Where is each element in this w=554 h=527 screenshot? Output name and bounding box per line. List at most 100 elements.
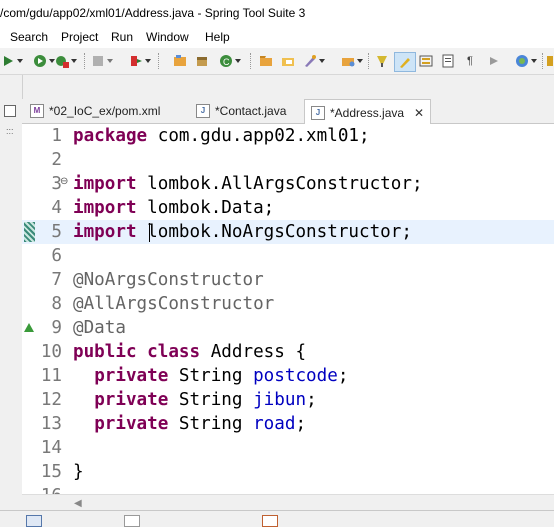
code-line[interactable]: 12 private String jibun; (22, 388, 554, 412)
chevron-down-icon[interactable] (106, 53, 114, 69)
menu-help[interactable]: Help (205, 26, 230, 48)
chevron-down-icon[interactable] (318, 53, 326, 69)
code-text: package com.gdu.app02.xml01; (73, 126, 370, 146)
java-file-icon: J (196, 104, 210, 118)
tab-pom-xml[interactable]: M *02_IoC_ex/pom.xml (30, 99, 160, 123)
code-text: import lombok.Data; (73, 198, 275, 218)
code-line[interactable]: 15} (22, 460, 554, 484)
run-icon[interactable] (32, 53, 48, 69)
toggle-highlight-icon[interactable] (394, 52, 416, 72)
line-number: 16 (22, 484, 62, 494)
code-line[interactable]: 10 public class Address { (22, 340, 554, 364)
search-icon[interactable] (302, 53, 318, 69)
line-number: 3 (51, 174, 62, 194)
code-line[interactable]: 8 @AllArgsConstructor (22, 292, 554, 316)
code-editor[interactable]: 1 package com.gdu.app02.xml01; 2 ⊖ 3 import l… (22, 124, 554, 494)
svg-text:C: C (223, 57, 230, 67)
code-line[interactable]: ⊖ 3 import lombok.AllArgsConstructor; (22, 172, 554, 196)
menu-project[interactable]: Project (61, 26, 98, 48)
pilcrow-icon[interactable]: ¶ (462, 53, 478, 69)
window-title: /com/gdu/app02/xml01/Address.java - Spri… (0, 6, 306, 20)
line-number: 5 (51, 222, 62, 242)
code-line[interactable]: 11 private String postcode; (22, 364, 554, 388)
chevron-down-icon[interactable] (530, 53, 538, 69)
toggle-mark-occurrences-icon[interactable] (374, 53, 390, 69)
code-line[interactable]: 4 import lombok.Data; (22, 196, 554, 220)
coverage-icon[interactable] (54, 53, 70, 69)
line-number: 4 (51, 198, 62, 218)
tab-label: *Contact.java (215, 104, 287, 118)
chevron-down-icon[interactable] (16, 53, 24, 69)
code-text: private String road; (94, 414, 307, 434)
code-text: } (73, 462, 84, 482)
new-class-icon[interactable]: C (218, 53, 234, 69)
tab-label: *02_IoC_ex/pom.xml (49, 104, 161, 118)
line-number: 1 (51, 126, 62, 146)
menu-run[interactable]: Run (111, 26, 133, 48)
open-type-icon[interactable] (258, 53, 274, 69)
stop-icon[interactable] (90, 53, 106, 69)
line-number: 11 (40, 366, 62, 386)
code-text: private String jibun; (94, 390, 317, 410)
text-cursor (149, 223, 150, 242)
spring-icon[interactable] (546, 53, 554, 69)
next-annotation-icon[interactable] (486, 53, 502, 69)
code-line[interactable]: 2 (22, 148, 554, 172)
problems-icon[interactable] (124, 515, 140, 527)
menu-window[interactable]: Window (146, 26, 189, 48)
line-number: 9 (51, 318, 62, 338)
line-number: 14 (40, 438, 62, 458)
code-line[interactable]: 6 (22, 244, 554, 268)
menu-bar: Search Project Run Window Help (0, 26, 554, 48)
code-line[interactable]: 14 (22, 436, 554, 460)
line-number: 8 (51, 294, 62, 314)
new-package-icon[interactable] (194, 53, 210, 69)
horizontal-scrollbar[interactable]: ◀ (22, 494, 554, 511)
code-line[interactable]: 9 @Data (22, 316, 554, 340)
code-line[interactable]: 7 @NoArgsConstructor (22, 268, 554, 292)
drag-handle-icon[interactable]: ::: (6, 127, 14, 136)
globe-icon[interactable] (514, 53, 530, 69)
code-text: @Data (73, 318, 126, 338)
line-number: 15 (40, 462, 62, 482)
declaration-icon[interactable] (262, 515, 278, 527)
new-java-project-icon[interactable] (172, 53, 188, 69)
scroll-left-icon[interactable]: ◀ (74, 498, 82, 509)
window-title-bar: /com/gdu/app02/xml01/Address.java - Spri… (0, 0, 554, 26)
chevron-down-icon[interactable] (144, 53, 152, 69)
tab-contact-java[interactable]: J *Contact.java (196, 99, 286, 123)
code-line[interactable]: 5 import lombok.NoArgsConstructor; (22, 220, 554, 244)
menu-search[interactable]: Search (10, 26, 48, 48)
external-tools-icon[interactable] (128, 53, 144, 69)
chevron-down-icon[interactable] (234, 53, 242, 69)
code-line[interactable]: 13 private String road; (22, 412, 554, 436)
main-toolbar: C ¶ (0, 48, 554, 75)
code-text: @NoArgsConstructor (73, 270, 264, 290)
close-icon[interactable]: ✕ (414, 101, 424, 125)
editor-tab-bar: M *02_IoC_ex/pom.xml J *Contact.java J *… (22, 99, 554, 125)
line-number: 7 (51, 270, 62, 290)
code-line[interactable]: 16 (22, 484, 554, 494)
line-number: 12 (40, 390, 62, 410)
code-line[interactable]: 1 package com.gdu.app02.xml01; (22, 124, 554, 148)
open-task-icon[interactable] (280, 53, 296, 69)
bottom-panel-tabs (0, 510, 554, 527)
chevron-down-icon[interactable] (70, 53, 78, 69)
code-text: import lombok.AllArgsConstructor; (73, 174, 423, 194)
chevron-down-icon[interactable] (356, 53, 364, 69)
line-number: 10 (40, 342, 62, 362)
java-file-icon: J (311, 105, 325, 120)
restore-icon[interactable] (4, 105, 16, 117)
tab-address-java[interactable]: J *Address.java ✕ (304, 99, 432, 125)
code-text: public class Address { (73, 342, 307, 362)
line-number: 13 (40, 414, 62, 434)
tab-label: *Address.java (330, 105, 405, 120)
show-whitespace-icon[interactable] (440, 53, 456, 69)
console-icon[interactable] (26, 515, 42, 527)
open-folder-icon[interactable] (340, 53, 356, 69)
left-panel-strip: ::: (0, 75, 23, 526)
line-number: 2 (51, 150, 62, 170)
code-text: import lombok.NoArgsConstructor; (73, 222, 412, 242)
block-selection-icon[interactable] (418, 53, 434, 69)
debug-run-icon[interactable] (0, 53, 16, 69)
